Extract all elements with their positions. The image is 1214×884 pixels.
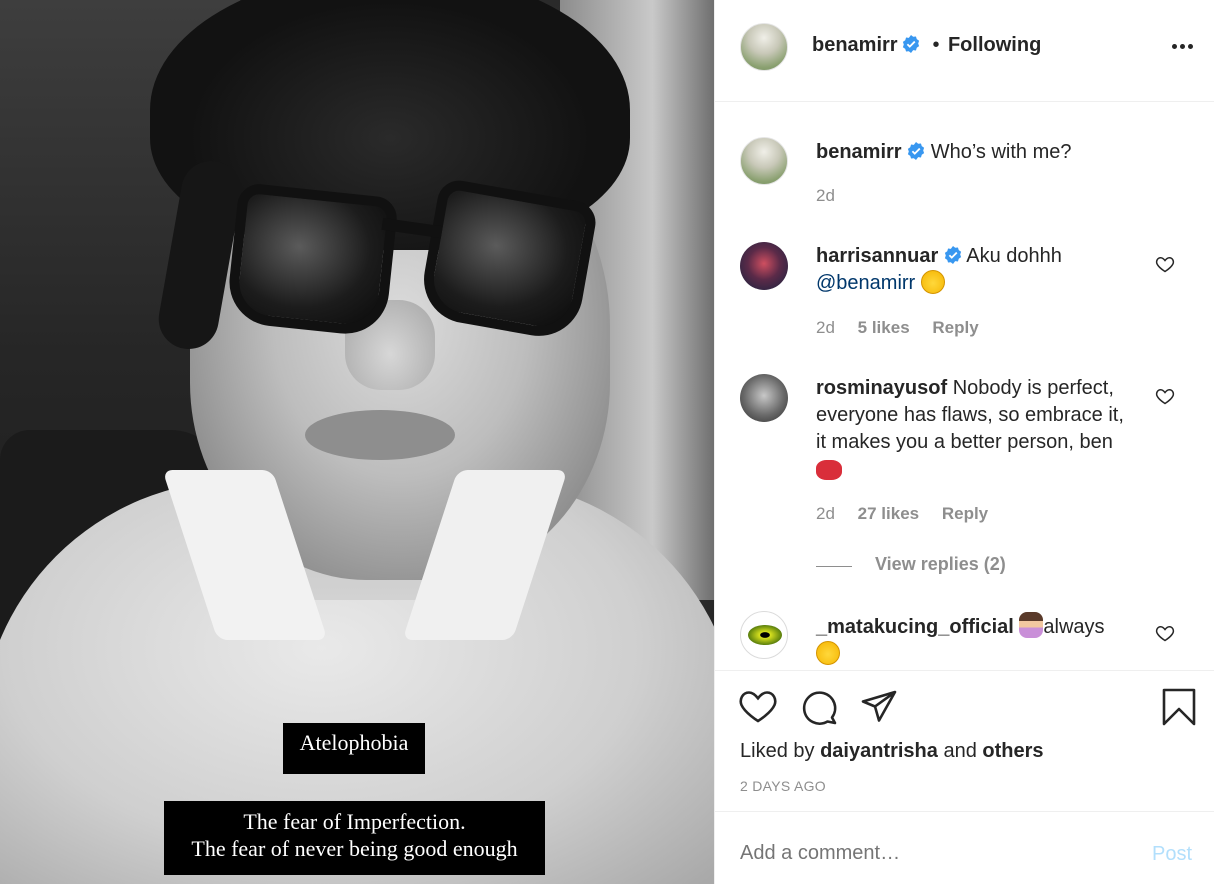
- comment-meta: 2d 5 likes Reply: [816, 318, 979, 338]
- add-comment-bar: Post: [715, 811, 1214, 884]
- post-time-ago[interactable]: 2 DAYS AGO: [740, 778, 826, 794]
- header-separator: •: [932, 34, 940, 56]
- grinning-sweat-emoji-icon: [920, 270, 945, 294]
- more-options-icon[interactable]: [1172, 44, 1194, 50]
- post-header: benamirr • Following: [715, 0, 1214, 102]
- photo-caption-line-2: The fear of never being good enough: [191, 836, 518, 861]
- avatar[interactable]: [740, 23, 788, 71]
- comment-username[interactable]: _matakucing_official: [816, 616, 1014, 638]
- liked-by-prefix: Liked by: [740, 740, 815, 762]
- like-comment-heart-icon[interactable]: [1155, 386, 1175, 406]
- caption-username[interactable]: benamirr: [816, 141, 902, 163]
- verified-badge-icon: [944, 246, 961, 264]
- like-comment-heart-icon[interactable]: [1155, 254, 1175, 274]
- smiling-face-emoji-icon: [816, 641, 840, 665]
- comment-text-line-2: everyone has flaws, so embrace it,: [816, 404, 1124, 426]
- comment-line-4: [816, 456, 1156, 483]
- comment-username[interactable]: rosminayusof: [816, 377, 947, 399]
- comment-likes[interactable]: 5 likes: [858, 318, 910, 337]
- liked-by-text: Liked by daiyantrisha and others: [740, 740, 1044, 763]
- liked-by-others-link[interactable]: others: [982, 740, 1043, 762]
- view-replies-line: [816, 566, 852, 567]
- comment-bubble-icon[interactable]: [799, 687, 839, 727]
- post-photo[interactable]: Atelophobia The fear of Imperfection. Th…: [0, 0, 714, 884]
- comment-body: harrisannuar Aku dohhh @benamirr: [816, 243, 1136, 297]
- header-user: benamirr • Following: [812, 34, 1041, 57]
- comment-likes[interactable]: 27 likes: [858, 504, 919, 523]
- liked-by-and: and: [943, 740, 977, 762]
- caption-time[interactable]: 2d: [816, 186, 835, 206]
- caption-text: Who’s with me?: [930, 141, 1072, 163]
- mention-link[interactable]: @benamirr: [816, 272, 915, 294]
- comments-list[interactable]: benamirr Who’s with me? 2d harrisannuar …: [715, 102, 1214, 670]
- comment-text: always: [1043, 616, 1105, 638]
- comment-body: rosminayusof Nobody is perfect, everyone…: [816, 375, 1156, 483]
- photo-caption-title: Atelophobia: [283, 723, 425, 774]
- comment-meta: 2d 27 likes Reply: [816, 504, 988, 524]
- reply-button[interactable]: Reply: [942, 504, 988, 523]
- sunglasses-lens-left: [225, 182, 399, 338]
- comment-time[interactable]: 2d: [816, 318, 835, 337]
- comment-line-1: rosminayusof Nobody is perfect,: [816, 375, 1156, 402]
- post-actions: Liked by daiyantrisha and others 2 DAYS …: [715, 670, 1214, 811]
- photo-caption-line-1: The fear of Imperfection.: [243, 809, 466, 834]
- lips: [305, 410, 455, 460]
- like-comment-heart-icon[interactable]: [1155, 623, 1175, 643]
- two-hearts-emoji-icon: [816, 460, 842, 480]
- avatar[interactable]: [740, 374, 788, 422]
- verified-badge-icon: [908, 142, 925, 160]
- reply-button[interactable]: Reply: [932, 318, 978, 337]
- post-side-panel: benamirr • Following benamirr Who’s with…: [714, 0, 1214, 884]
- cat-eye-logo-icon: [748, 625, 782, 645]
- verified-badge-icon: [902, 35, 920, 53]
- caption-text-line: benamirr Who’s with me?: [816, 139, 1072, 166]
- avatar[interactable]: [740, 242, 788, 290]
- avatar[interactable]: [740, 137, 788, 185]
- comment-input[interactable]: [740, 842, 1120, 865]
- comment-text: Aku dohhh: [966, 245, 1062, 267]
- liked-by-user-link[interactable]: daiyantrisha: [820, 740, 938, 762]
- comment-body: _matakucing_official always: [816, 612, 1146, 668]
- comment-text-line-1: Nobody is perfect,: [952, 377, 1114, 399]
- following-button[interactable]: Following: [948, 34, 1041, 56]
- avatar[interactable]: [740, 611, 788, 659]
- woman-raising-hand-emoji-icon: [1019, 612, 1044, 638]
- post-comment-button[interactable]: Post: [1152, 843, 1192, 866]
- share-paper-plane-icon[interactable]: [859, 687, 899, 727]
- comment-text-line-3: it makes you a better person, ben: [816, 431, 1113, 453]
- save-bookmark-icon[interactable]: [1159, 687, 1199, 727]
- header-username[interactable]: benamirr: [812, 34, 898, 56]
- photo-caption-body: The fear of Imperfection. The fear of ne…: [164, 801, 545, 875]
- view-replies-button[interactable]: View replies (2): [875, 554, 1006, 575]
- like-heart-icon[interactable]: [738, 687, 778, 727]
- comment-time[interactable]: 2d: [816, 504, 835, 523]
- comment-username[interactable]: harrisannuar: [816, 245, 938, 267]
